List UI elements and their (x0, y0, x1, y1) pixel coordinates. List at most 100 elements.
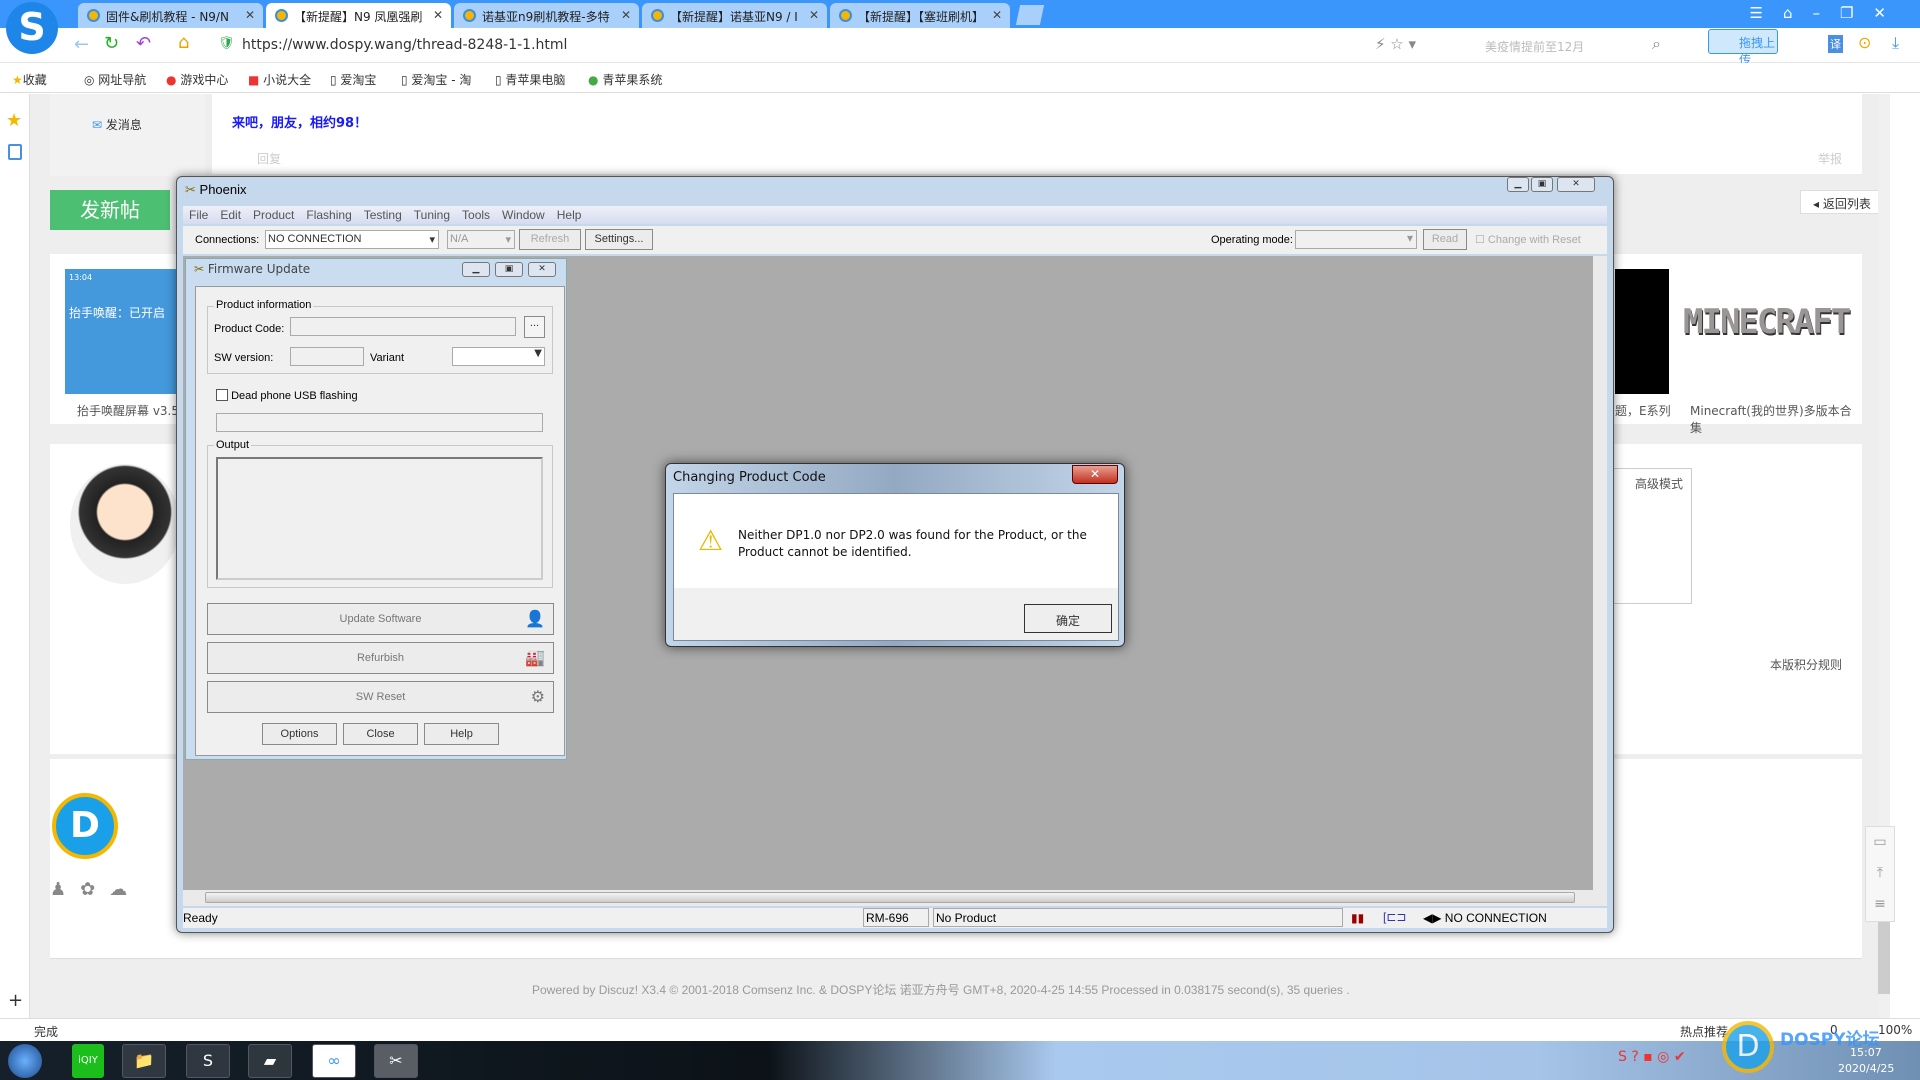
to-top-icon[interactable]: ⤒ (1866, 858, 1894, 889)
ok-button[interactable]: 确定 (1024, 604, 1112, 633)
window-controls[interactable]: ☰⌂–❐✕ (1750, 4, 1906, 22)
tab[interactable]: 【新提醒】【塞班刷机】 ✕ (830, 3, 1010, 28)
horizontal-scrollbar[interactable] (183, 890, 1607, 906)
minecraft-logo[interactable]: MINECRAFT (1683, 302, 1851, 342)
close-tab-icon[interactable]: ✕ (433, 8, 443, 22)
close-tab-icon[interactable]: ✕ (992, 8, 1002, 22)
tab[interactable]: 诺基亚n9刷机教程-多特 ✕ (454, 3, 639, 28)
clock-date[interactable]: 2020/4/25 (1838, 1062, 1894, 1075)
iqiyi-taskbar-icon[interactable]: iQIY (72, 1044, 104, 1078)
change-with-reset-checkbox[interactable]: ☐ Change with Reset (1475, 233, 1581, 246)
avatar[interactable] (70, 464, 180, 584)
update-software-button[interactable]: Update Software 👤 (207, 603, 554, 635)
tab-active[interactable]: 【新提醒】N9 凤凰强刷 ✕ (266, 3, 451, 28)
sw-reset-button[interactable]: SW Reset ⚙ (207, 681, 554, 713)
minimize-button[interactable]: ▁ (462, 262, 490, 277)
checkbox-box[interactable] (216, 389, 228, 401)
undo-icon[interactable]: ↶ (136, 33, 151, 54)
tablet-icon[interactable] (8, 144, 22, 160)
more-icon[interactable]: ⊙ (1858, 33, 1871, 52)
add-icon[interactable]: + (8, 990, 23, 1011)
minimize-button[interactable]: ▁ (1507, 177, 1529, 192)
maximize-button[interactable]: ▣ (1531, 177, 1553, 192)
translate-icon[interactable]: 译 (1828, 35, 1843, 53)
float-toolbar[interactable]: ▭ ⤒ ≡ (1865, 826, 1895, 922)
search-icon[interactable]: ⌕ (1652, 34, 1661, 54)
social-icons[interactable]: ♟✿☁ (50, 879, 141, 900)
star-icon[interactable]: ★ (6, 110, 22, 131)
search-input[interactable]: 美疫情提前至12月 (1485, 38, 1584, 55)
connections-select[interactable]: NO CONNECTION ▾ (265, 230, 439, 249)
tray-icons[interactable]: S ? ▪ ◎ ✔ (1618, 1049, 1686, 1065)
list-icon[interactable]: ≡ (1866, 889, 1894, 920)
maximize-button[interactable]: ▣ (495, 262, 523, 277)
reload-icon[interactable]: ↻ (104, 33, 119, 54)
bookmark[interactable]: ● 青苹果系统 (588, 71, 662, 88)
thumbnail-caption[interactable]: 抬手唤醒屏幕 v3.5 (77, 402, 179, 419)
report-link[interactable]: 举报 (1818, 150, 1842, 167)
bookmark[interactable]: ▯ 爱淘宝 (330, 71, 376, 88)
thumbnail-caption[interactable]: 题，E系列 (1615, 402, 1671, 419)
new-tab-button[interactable] (1015, 5, 1045, 25)
app-taskbar-icon[interactable]: ▰ (248, 1044, 292, 1078)
read-button[interactable]: Read (1423, 229, 1467, 250)
bookmark[interactable]: ■ 小说大全 (248, 71, 311, 88)
close-tab-icon[interactable]: ✕ (621, 8, 631, 22)
close-dialog-button[interactable]: Close (343, 723, 418, 745)
bookmark[interactable]: ● 游戏中心 (166, 71, 228, 88)
hot-news[interactable]: 热点推荐 (1680, 1023, 1728, 1040)
close-button[interactable]: ✕ (1557, 177, 1595, 192)
new-post-button[interactable]: 发新帖 (50, 190, 170, 230)
output-textarea[interactable] (216, 457, 543, 580)
menu-tuning[interactable]: Tuning (414, 208, 450, 222)
tab[interactable]: 固件&刷机教程 - N9/N ✕ (78, 3, 263, 28)
explorer-taskbar-icon[interactable]: 📁 (122, 1044, 166, 1078)
bookmark-favorites[interactable]: ★收藏 (12, 71, 47, 88)
operating-mode-select[interactable]: ▾ (1295, 230, 1417, 249)
dialog-close-button[interactable]: ✕ (1072, 465, 1118, 484)
tab[interactable]: 【新提醒】诺基亚N9 / I ✕ (642, 3, 827, 28)
home-icon[interactable]: ⌂ (178, 32, 189, 53)
url-field[interactable]: https://www.dospy.wang/thread-8248-1-1.h… (242, 37, 567, 53)
star-icon[interactable]: ⚡ ☆ ▾ (1375, 35, 1416, 53)
phoenix-taskbar-icon[interactable]: ✂ (374, 1044, 418, 1078)
bookmark[interactable]: ◎ 网址导航 (84, 71, 146, 88)
clock-time[interactable]: 15:07 (1850, 1046, 1882, 1059)
advanced-mode-link[interactable]: 高级模式 (1635, 475, 1683, 492)
menu-product[interactable]: Product (253, 208, 294, 222)
send-message-link[interactable]: ✉ 发消息 (92, 116, 142, 133)
refresh-button[interactable]: Refresh (519, 229, 581, 250)
menu-testing[interactable]: Testing (364, 208, 402, 222)
menu-tools[interactable]: Tools (462, 208, 490, 222)
zoom-level[interactable]: 100% (1878, 1023, 1912, 1037)
variant-select[interactable]: ▼ (452, 347, 545, 366)
thumbnail[interactable] (1615, 269, 1669, 394)
reply-link[interactable]: 回复 (257, 150, 281, 167)
menu-window[interactable]: Window (502, 208, 545, 222)
points-rules-link[interactable]: 本版积分规则 (1770, 656, 1842, 673)
thumbnail-caption[interactable]: Minecraft(我的世界)多版本合集 (1690, 402, 1862, 436)
close-tab-icon[interactable]: ✕ (809, 8, 819, 22)
refurbish-button[interactable]: Refurbish 🏭 (207, 642, 554, 674)
bookmark[interactable]: ▯ 青苹果电脑 (495, 71, 565, 88)
help-button[interactable]: Help (424, 723, 499, 745)
menu-file[interactable]: File (189, 208, 208, 222)
start-button[interactable] (8, 1044, 42, 1078)
menu-flashing[interactable]: Flashing (306, 208, 351, 222)
browse-button[interactable]: ... (524, 316, 545, 338)
dead-phone-checkbox[interactable]: Dead phone USB flashing (216, 389, 358, 402)
comment-icon[interactable]: ▭ (1866, 827, 1894, 858)
menu-edit[interactable]: Edit (220, 208, 241, 222)
download-icon[interactable]: ⤓ (1892, 33, 1899, 53)
back-icon[interactable]: ← (74, 34, 89, 55)
close-button[interactable]: ✕ (528, 262, 556, 277)
sw-version-input[interactable] (290, 347, 364, 366)
options-button[interactable]: Options (262, 723, 337, 745)
settings-button[interactable]: Settings... (585, 229, 653, 250)
close-tab-icon[interactable]: ✕ (245, 8, 255, 22)
baidu-pan-taskbar-icon[interactable]: ∞ (312, 1044, 356, 1078)
upload-button[interactable]: 拖拽上传 (1708, 29, 1778, 67)
bookmark[interactable]: ▯ 爱淘宝 - 淘 (401, 71, 471, 88)
back-to-list-button[interactable]: ◂ 返回列表 (1800, 190, 1884, 214)
product-code-input[interactable] (290, 317, 516, 336)
